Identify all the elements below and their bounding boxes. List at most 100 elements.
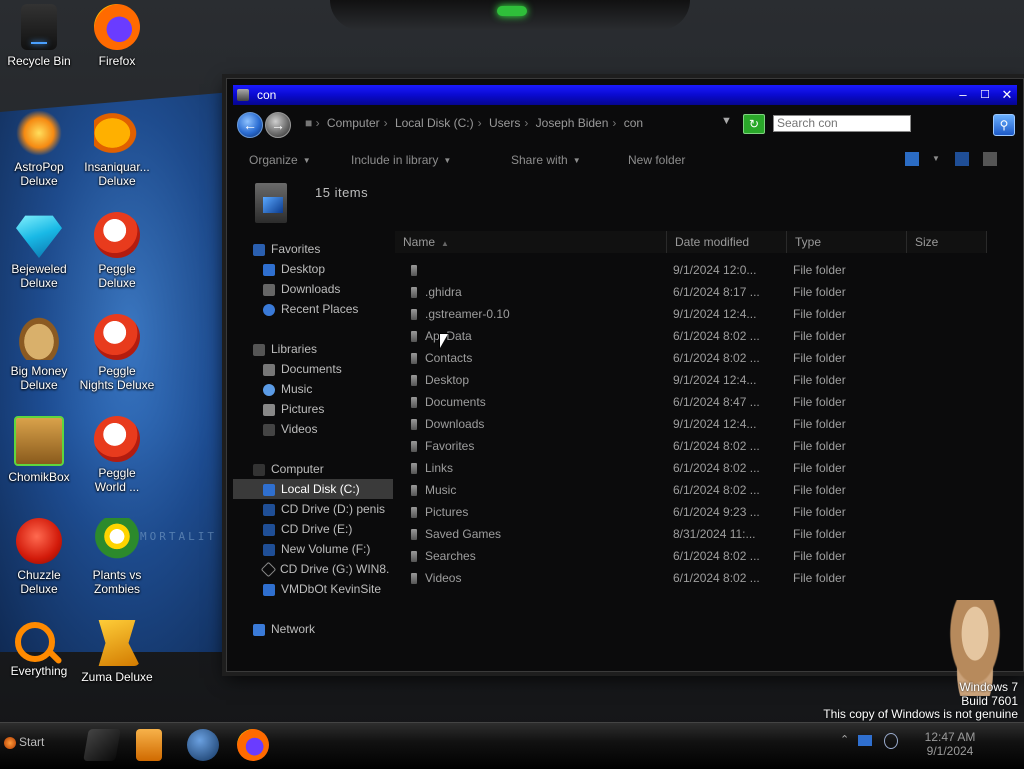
- chevron-right-icon[interactable]: ›: [612, 116, 616, 130]
- desktop-icon[interactable]: Plants vs Zombies: [78, 518, 156, 596]
- share-with-button[interactable]: Share with ▼: [511, 153, 581, 167]
- back-button[interactable]: ←: [237, 112, 263, 138]
- breadcrumb-computer[interactable]: Computer: [327, 116, 380, 130]
- organize-label: Organize: [249, 153, 298, 167]
- breadcrumb-current[interactable]: con: [624, 116, 643, 130]
- nav-item-cd-drive-d[interactable]: CD Drive (D:) penis: [233, 499, 393, 519]
- chevron-down-icon[interactable]: ▼: [721, 115, 732, 127]
- organize-button[interactable]: Organize ▼: [249, 153, 311, 167]
- include-in-library-button[interactable]: Include in library ▼: [351, 153, 451, 167]
- window-title: con: [257, 88, 277, 102]
- desktop-icon[interactable]: Peggle World ...: [78, 416, 156, 494]
- desktop-icon[interactable]: Recycle Bin: [0, 4, 78, 68]
- file-row[interactable]: AppData 6/1/2024 8:02 ... File folder: [395, 325, 1005, 347]
- nav-item-cd-drive-g[interactable]: CD Drive (G:) WIN8.: [233, 559, 393, 579]
- file-row[interactable]: Pictures 6/1/2024 9:23 ... File folder: [395, 501, 1005, 523]
- maximize-button[interactable]: ☐: [975, 85, 995, 105]
- forward-button[interactable]: →: [265, 112, 291, 138]
- desktop-icon[interactable]: Bejeweled Deluxe: [0, 212, 78, 290]
- firefox-taskbar-icon[interactable]: [237, 729, 269, 761]
- nav-item-new-volume-f[interactable]: New Volume (F:): [233, 539, 393, 559]
- file-row[interactable]: 9/1/2024 12:0... File folder: [395, 259, 1005, 281]
- internet-explorer-taskbar-icon[interactable]: [187, 729, 219, 761]
- network-icon: [253, 623, 265, 636]
- desktop-icon[interactable]: Everything: [0, 620, 78, 678]
- minimize-button[interactable]: –: [953, 85, 973, 105]
- file-row[interactable]: Documents 6/1/2024 8:47 ... File folder: [395, 391, 1005, 413]
- column-header-date[interactable]: Date modified: [667, 231, 787, 253]
- file-row[interactable]: .ghidra 6/1/2024 8:17 ... File folder: [395, 281, 1005, 303]
- network-tray-icon[interactable]: [858, 735, 872, 746]
- file-row[interactable]: Downloads 9/1/2024 12:4... File folder: [395, 413, 1005, 435]
- file-row[interactable]: Music 6/1/2024 8:02 ... File folder: [395, 479, 1005, 501]
- nav-item-music[interactable]: Music: [233, 379, 393, 399]
- folder-icon: [411, 485, 417, 496]
- file-type: File folder: [793, 439, 846, 453]
- nav-item-cd-drive-e[interactable]: CD Drive (E:): [233, 519, 393, 539]
- file-row[interactable]: Favorites 6/1/2024 8:02 ... File folder: [395, 435, 1005, 457]
- clock[interactable]: 12:47 AM 9/1/2024: [910, 730, 990, 758]
- file-date: 9/1/2024 12:4...: [673, 417, 757, 431]
- folder-icon: [411, 331, 417, 342]
- breadcrumb[interactable]: ■ › Computer › Local Disk (C:) › Users › Jo…: [305, 116, 647, 130]
- desktop-icon[interactable]: Zuma Deluxe: [78, 620, 156, 684]
- file-row[interactable]: Searches 6/1/2024 8:02 ... File folder: [395, 545, 1005, 567]
- nav-item-desktop[interactable]: Desktop: [233, 259, 393, 279]
- refresh-button[interactable]: ↻: [743, 114, 765, 134]
- desktop-icon[interactable]: Big Money Deluxe: [0, 314, 78, 392]
- chevron-right-icon[interactable]: ›: [478, 116, 482, 130]
- file-row[interactable]: Contacts 6/1/2024 8:02 ... File folder: [395, 347, 1005, 369]
- nav-item-recent-places[interactable]: Recent Places: [233, 299, 393, 319]
- chevron-right-icon[interactable]: ›: [384, 116, 388, 130]
- nav-item-network-drive[interactable]: VMDbOt KevinSite: [233, 579, 393, 599]
- title-bar[interactable]: con – ☐ ✕: [233, 85, 1017, 105]
- volume-tray-icon[interactable]: [884, 733, 898, 749]
- show-hidden-icons-button[interactable]: ⌃: [840, 733, 849, 746]
- file-row[interactable]: Links 6/1/2024 8:02 ... File folder: [395, 457, 1005, 479]
- nav-label: Computer: [271, 462, 324, 476]
- desktop-icon[interactable]: ChomikBox: [0, 416, 78, 484]
- desktop-icon[interactable]: Peggle Deluxe: [78, 212, 156, 290]
- nav-item-videos[interactable]: Videos: [233, 419, 393, 439]
- search-input[interactable]: [773, 115, 911, 132]
- desktop-icon[interactable]: Firefox: [78, 4, 156, 68]
- breadcrumb-local-disk[interactable]: Local Disk (C:): [395, 116, 474, 130]
- nav-network[interactable]: Network: [233, 619, 393, 639]
- media-player-taskbar-icon[interactable]: [136, 729, 162, 761]
- start-button[interactable]: Start: [4, 735, 44, 749]
- close-button[interactable]: ✕: [997, 85, 1017, 105]
- help-icon[interactable]: [983, 152, 997, 166]
- column-header-name[interactable]: Name ▲: [395, 231, 667, 253]
- desktop-icon[interactable]: Insaniquar... Deluxe: [78, 110, 156, 188]
- file-name: Links: [425, 461, 454, 475]
- column-header-size[interactable]: Size: [907, 231, 987, 253]
- nav-libraries[interactable]: Libraries: [233, 339, 393, 359]
- nav-item-local-disk[interactable]: Local Disk (C:): [233, 479, 393, 499]
- desktop-icon[interactable]: Peggle Nights Deluxe: [78, 314, 156, 392]
- file-row[interactable]: Desktop 9/1/2024 12:4... File folder: [395, 369, 1005, 391]
- nav-item-documents[interactable]: Documents: [233, 359, 393, 379]
- nav-favorites[interactable]: Favorites: [233, 239, 393, 259]
- desktop-icon[interactable]: AstroPop Deluxe: [0, 110, 78, 188]
- search-icon[interactable]: ⚲: [993, 114, 1015, 136]
- column-header-type[interactable]: Type: [787, 231, 907, 253]
- nav-computer[interactable]: Computer: [233, 459, 393, 479]
- desktop-icon-label: Recycle Bin: [7, 54, 71, 68]
- new-folder-button[interactable]: New folder: [628, 153, 685, 167]
- file-row[interactable]: Videos 6/1/2024 8:02 ... File folder: [395, 567, 1005, 589]
- breadcrumb-user[interactable]: Joseph Biden: [536, 116, 609, 130]
- desktop-icon-label: Plants vs Zombies: [92, 568, 142, 596]
- chevron-down-icon[interactable]: ▼: [932, 154, 940, 163]
- preview-pane-icon[interactable]: [955, 152, 969, 166]
- desktop-icon[interactable]: Chuzzle Deluxe: [0, 518, 78, 596]
- command-bar: Organize ▼ Include in library ▼ Share with…: [233, 145, 1017, 175]
- nav-item-downloads[interactable]: Downloads: [233, 279, 393, 299]
- nav-item-pictures[interactable]: Pictures: [233, 399, 393, 419]
- view-options-icon[interactable]: [905, 152, 919, 166]
- chevron-right-icon[interactable]: ›: [524, 116, 528, 130]
- explorer-taskbar-icon[interactable]: [83, 729, 121, 761]
- wallpaper-green-light: [497, 6, 527, 16]
- file-row[interactable]: Saved Games 8/31/2024 11:... File folder: [395, 523, 1005, 545]
- file-row[interactable]: .gstreamer-0.10 9/1/2024 12:4... File fold…: [395, 303, 1005, 325]
- breadcrumb-users[interactable]: Users: [489, 116, 520, 130]
